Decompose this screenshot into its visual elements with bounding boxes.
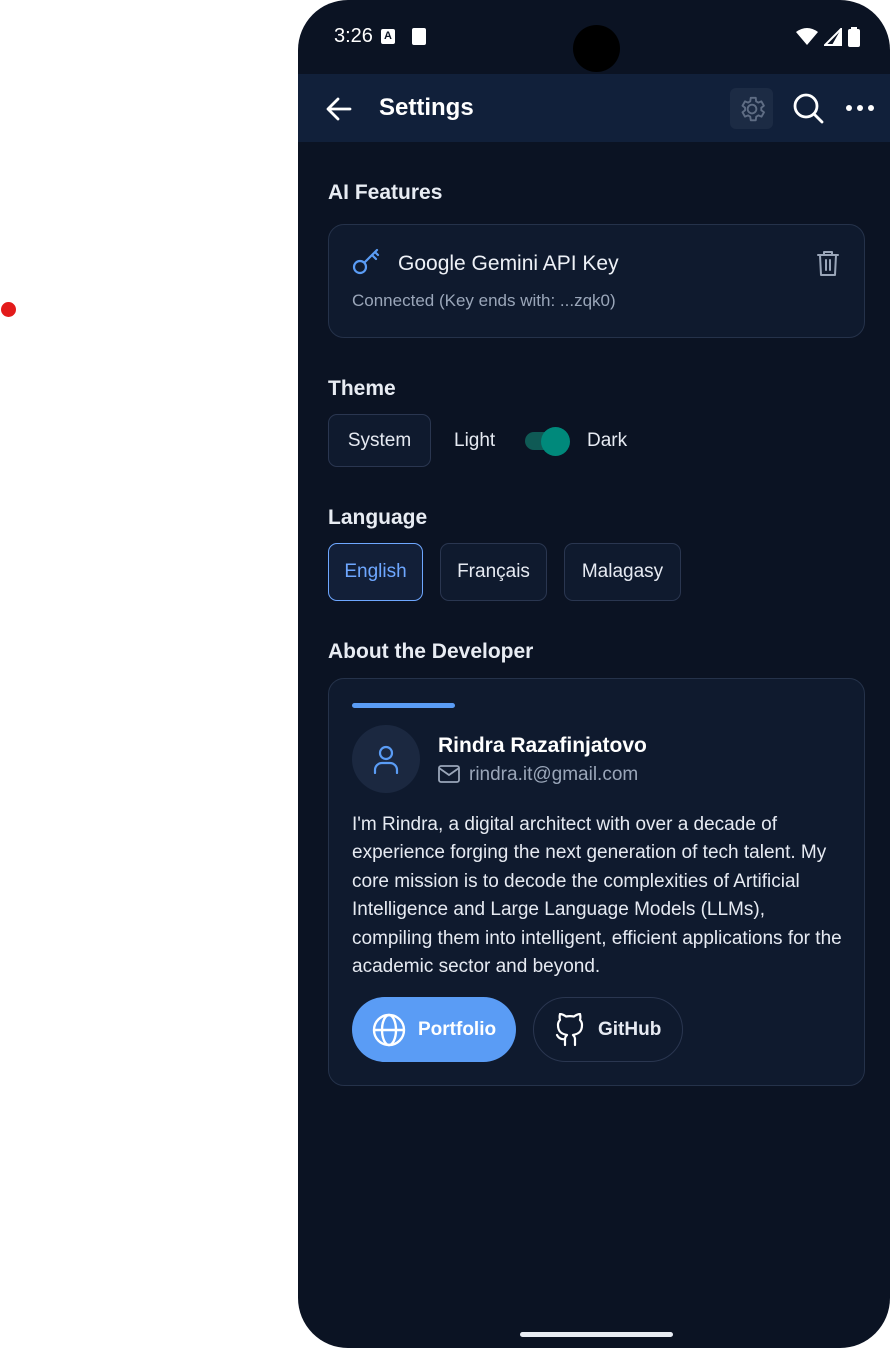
github-icon [555,1012,584,1046]
portfolio-label: Portfolio [418,1018,497,1040]
user-icon [373,745,399,774]
language-malagasy-button[interactable]: Malagasy [564,543,681,601]
back-arrow-icon[interactable] [324,94,354,124]
api-key-status: Connected (Key ends with: ...zqk0) [352,291,616,310]
theme-system-button[interactable]: System [328,414,431,467]
search-icon[interactable] [792,92,824,124]
theme-dark-toggle[interactable] [525,426,572,456]
app-bar: Settings [298,74,890,142]
section-title-language: Language [328,506,428,529]
api-key-card[interactable]: Google Gemini API Key Connected (Key end… [328,224,865,338]
status-time: 3:26 [334,25,373,47]
portfolio-button[interactable]: Portfolio [352,997,516,1062]
trash-icon[interactable] [816,249,840,277]
section-title-theme: Theme [328,377,396,400]
battery-icon [848,27,860,47]
developer-email[interactable]: rindra.it@gmail.com [469,764,638,786]
notification-a-icon: A [381,29,395,44]
red-dot-marker [1,302,16,317]
developer-name: Rindra Razafinjatovo [438,734,647,757]
signal-icon [824,28,842,46]
home-indicator[interactable] [520,1332,673,1337]
toggle-knob [541,427,570,456]
front-camera [573,25,620,72]
accent-line [352,703,455,708]
section-title-ai-features: AI Features [328,181,443,204]
settings-button[interactable] [730,88,773,129]
wifi-icon [796,28,818,45]
globe-icon [372,1013,406,1046]
section-title-developer: About the Developer [328,640,534,663]
phone-screen: 3:26 A Settings AI Features Google Gemin… [298,0,890,1348]
api-key-title: Google Gemini API Key [398,252,619,275]
language-french-button[interactable]: Français [440,543,547,601]
status-bar: 3:26 A [298,0,890,74]
theme-light-label: Light [454,430,496,451]
mail-icon [438,765,460,783]
github-label: GitHub [598,1018,662,1040]
key-icon [352,248,380,275]
sd-card-icon [412,28,426,45]
status-icons [796,27,860,47]
developer-card: Rindra Razafinjatovo rindra.it@gmail.com… [328,678,865,1086]
github-button[interactable]: GitHub [533,997,683,1062]
language-english-button[interactable]: English [328,543,423,601]
page-title: Settings [379,94,474,121]
gear-icon [741,96,765,121]
avatar [352,725,420,793]
more-icon[interactable] [845,92,875,124]
developer-bio: I'm Rindra, a digital architect with ove… [352,814,842,978]
theme-dark-label: Dark [587,430,628,451]
